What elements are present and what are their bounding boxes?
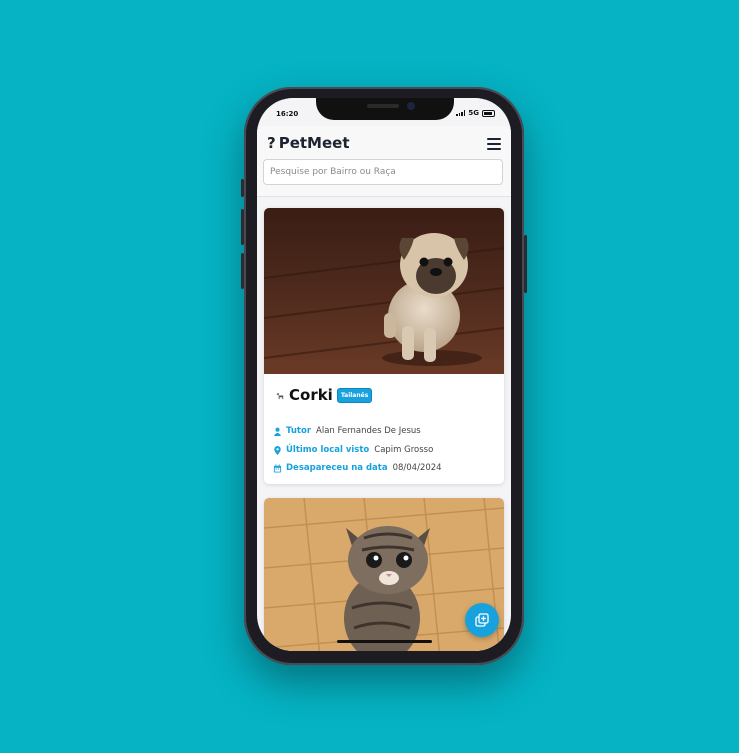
status-time: 16:20: [276, 110, 299, 118]
volume-up-button: [241, 209, 244, 245]
hamburger-menu-icon[interactable]: [487, 138, 501, 150]
user-icon: [273, 427, 282, 436]
notch: [316, 98, 454, 120]
app-logo[interactable]: ? PetMeet: [267, 134, 349, 152]
phone-mockup: 16:20 5G ? PetMeet Pesquise por Bairro o…: [241, 87, 527, 665]
add-post-button[interactable]: [465, 603, 499, 637]
map-pin-icon: [274, 445, 281, 455]
speaker-grille: [367, 104, 399, 108]
network-label: 5G: [468, 109, 479, 117]
mute-switch: [241, 179, 244, 197]
location-label: Último local visto: [286, 445, 370, 455]
camera-icon: [407, 102, 415, 110]
pet-name-row: Corki Tailanês: [276, 386, 373, 404]
search-input[interactable]: [263, 159, 503, 185]
date-value: 08/04/2024: [392, 463, 442, 473]
date-label: Desapareceu na data: [286, 463, 388, 473]
home-indicator[interactable]: [337, 640, 432, 643]
location-row: Último local visto Capim Grosso: [273, 445, 433, 455]
date-row: Desapareceu na data 08/04/2024: [273, 463, 442, 473]
location-value: Capim Grosso: [374, 445, 434, 455]
signal-icon: [456, 110, 466, 116]
volume-down-button: [241, 253, 244, 289]
pet-card[interactable]: Corki Tailanês Tutor Alan Fernandes De J…: [264, 208, 504, 484]
add-post-icon: [475, 613, 489, 627]
app-header: ? PetMeet: [257, 126, 511, 197]
tutor-label: Tutor: [286, 426, 312, 436]
phone-screen: 16:20 5G ? PetMeet Pesquise por Bairro o…: [257, 98, 511, 651]
tutor-row: Tutor Alan Fernandes De Jesus: [273, 426, 421, 436]
tutor-value: Alan Fernandes De Jesus: [316, 426, 421, 436]
breed-badge: Tailanês: [336, 387, 373, 403]
dog-icon: [276, 392, 284, 399]
battery-icon: [482, 109, 495, 117]
power-button: [524, 235, 527, 293]
question-mark-icon: ?: [267, 134, 276, 152]
calendar-icon: [273, 463, 282, 473]
app-name: PetMeet: [278, 134, 350, 152]
pet-name: Corki: [289, 386, 333, 404]
pet-feed: Corki Tailanês Tutor Alan Fernandes De J…: [257, 197, 511, 651]
pug-puppy-photo: [264, 208, 504, 374]
